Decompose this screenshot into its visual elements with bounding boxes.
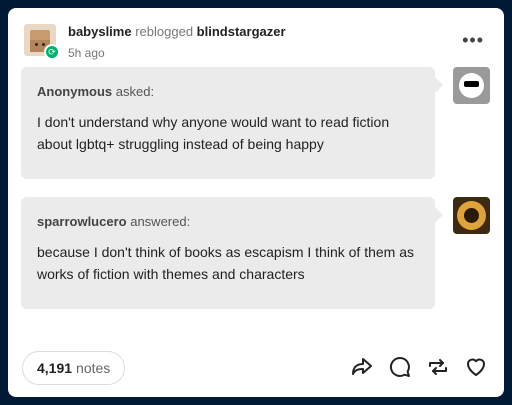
sunglasses-icon: [464, 81, 479, 87]
answerer-name[interactable]: sparrowlucero: [37, 214, 127, 229]
answer-text: because I don't think of books as escapi…: [37, 244, 414, 282]
reblog-icon[interactable]: [426, 355, 450, 379]
post-attribution: babyslime reblogged blindstargazer: [68, 24, 286, 39]
ask-bubble-tail: [435, 77, 443, 93]
share-icon[interactable]: [350, 355, 374, 379]
reblog-badge-icon: ⟳: [44, 44, 60, 60]
reblogger-name[interactable]: babyslime: [68, 24, 132, 39]
asker-name: Anonymous: [37, 84, 113, 99]
notes-count: 4,191: [37, 360, 73, 376]
post-footer: 4,191 notes: [22, 351, 488, 385]
post-actions: [350, 355, 488, 381]
answer-header: sparrowlucero answered:: [37, 211, 419, 233]
answer-block: sparrowlucero answered: because I don't …: [21, 197, 490, 309]
asker-avatar: [453, 67, 490, 104]
like-icon[interactable]: [464, 355, 488, 379]
answer-bubble: sparrowlucero answered: because I don't …: [21, 197, 435, 309]
notes-button[interactable]: 4,191 notes: [22, 351, 126, 385]
notes-label: notes: [76, 360, 111, 376]
post-card: ⟳ babyslime reblogged blindstargazer 5h …: [8, 8, 504, 397]
asker-suffix: asked:: [115, 84, 155, 99]
answerer-avatar[interactable]: [453, 197, 490, 234]
answer-bubble-tail: [435, 207, 443, 223]
ask-block: Anonymous asked: I don't understand why …: [21, 67, 490, 179]
answerer-suffix: answered:: [130, 214, 191, 229]
avatar-eye-left: [35, 43, 38, 46]
reply-icon[interactable]: [388, 355, 412, 379]
post-timestamp[interactable]: 5h ago: [68, 46, 105, 60]
source-blog-name[interactable]: blindstargazer: [197, 24, 286, 39]
ask-text: I don't understand why anyone would want…: [37, 114, 390, 152]
ask-bubble: Anonymous asked: I don't understand why …: [21, 67, 435, 179]
avatar-eye-right: [42, 43, 45, 46]
avatar-core: [464, 208, 479, 223]
more-options-icon[interactable]: •••: [462, 30, 484, 51]
post-header: ⟳ babyslime reblogged blindstargazer 5h …: [24, 22, 488, 66]
ask-header: Anonymous asked:: [37, 81, 419, 103]
reblog-verb: reblogged: [135, 24, 194, 39]
